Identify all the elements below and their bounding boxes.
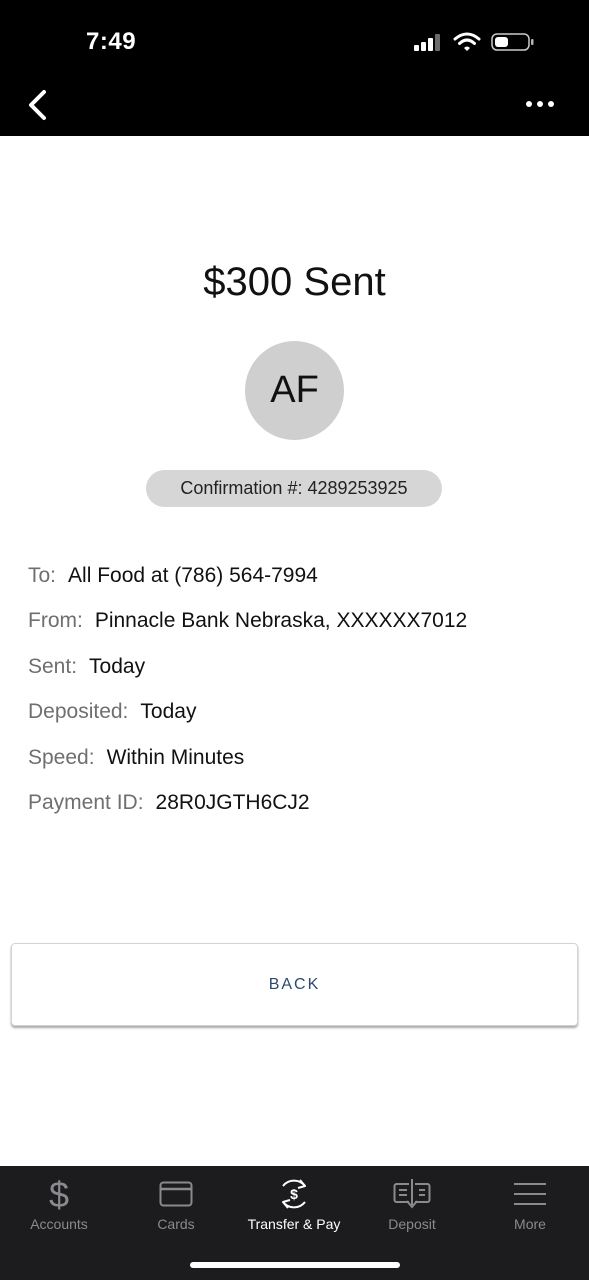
payment-details: To: All Food at (786) 564-7994 From: Pinna… (28, 564, 568, 836)
home-indicator (190, 1262, 400, 1268)
detail-label: Deposited: (28, 700, 129, 724)
recipient-avatar: AF (245, 341, 344, 440)
tab-label: Cards (157, 1216, 195, 1232)
wifi-icon (453, 32, 481, 51)
check-deposit-icon (393, 1179, 431, 1209)
detail-row-payment-id: Payment ID: 28R0JGTH6CJ2 (28, 791, 568, 836)
card-icon (159, 1181, 193, 1207)
tab-deposit[interactable]: Deposit (353, 1166, 471, 1244)
avatar-initials: AF (270, 369, 319, 411)
tab-label: Accounts (30, 1216, 88, 1232)
confirmation-number: Confirmation #: 4289253925 (180, 478, 408, 498)
top-bar: 7:49 (0, 0, 589, 136)
detail-label: From: (28, 609, 83, 633)
tab-cards[interactable]: Cards (117, 1166, 235, 1244)
cellular-signal-icon (414, 34, 440, 51)
menu-icon (514, 1183, 546, 1205)
detail-label: Payment ID: (28, 790, 144, 814)
dollar-icon: $ (49, 1176, 69, 1212)
payment-title: $300 Sent (203, 260, 386, 304)
back-button[interactable]: BACK (11, 943, 578, 1026)
confirmation-badge: Confirmation #: 4289253925 (146, 470, 442, 507)
tab-label: More (514, 1216, 546, 1232)
detail-label: To: (28, 564, 57, 587)
back-button-label: BACK (268, 975, 321, 993)
detail-label: Sent: (28, 654, 78, 678)
more-options-icon[interactable] (525, 96, 555, 112)
detail-row-sent: Sent: Today (28, 655, 568, 700)
detail-value: All Food at (786) 564-7994 (68, 564, 318, 587)
detail-value: 28R0JGTH6CJ2 (155, 790, 310, 814)
detail-value: Pinnacle Bank Nebraska, XXXXXX7012 (94, 609, 468, 633)
tab-label: Deposit (388, 1216, 436, 1232)
svg-text:$: $ (49, 1176, 69, 1212)
detail-value: Within Minutes (106, 745, 245, 769)
tab-accounts[interactable]: $ Accounts (0, 1166, 118, 1244)
detail-value: Today (140, 700, 197, 724)
detail-row-from: From: Pinnacle Bank Nebraska, XXXXXX7012 (28, 609, 568, 654)
detail-row-speed: Speed: Within Minutes (28, 746, 568, 791)
svg-text:$: $ (290, 1186, 298, 1202)
payment-confirmation-screen: $300 Sent AF Confirmation #: 4289253925 … (0, 136, 589, 1166)
detail-row-deposited: Deposited: Today (28, 700, 568, 745)
tab-label: Transfer & Pay (247, 1216, 341, 1232)
tab-more[interactable]: More (471, 1166, 589, 1244)
transfer-pay-icon: $ (282, 1179, 306, 1209)
detail-label: Speed: (28, 745, 95, 769)
detail-row-to: To: All Food at (786) 564-7994 (28, 564, 568, 609)
back-chevron-icon[interactable] (24, 88, 54, 122)
status-icons (413, 32, 535, 52)
battery-icon (491, 33, 534, 51)
tab-transfer-pay[interactable]: $ Transfer & Pay (235, 1166, 353, 1244)
detail-value: Today (89, 654, 146, 678)
status-time: 7:49 (86, 28, 137, 55)
